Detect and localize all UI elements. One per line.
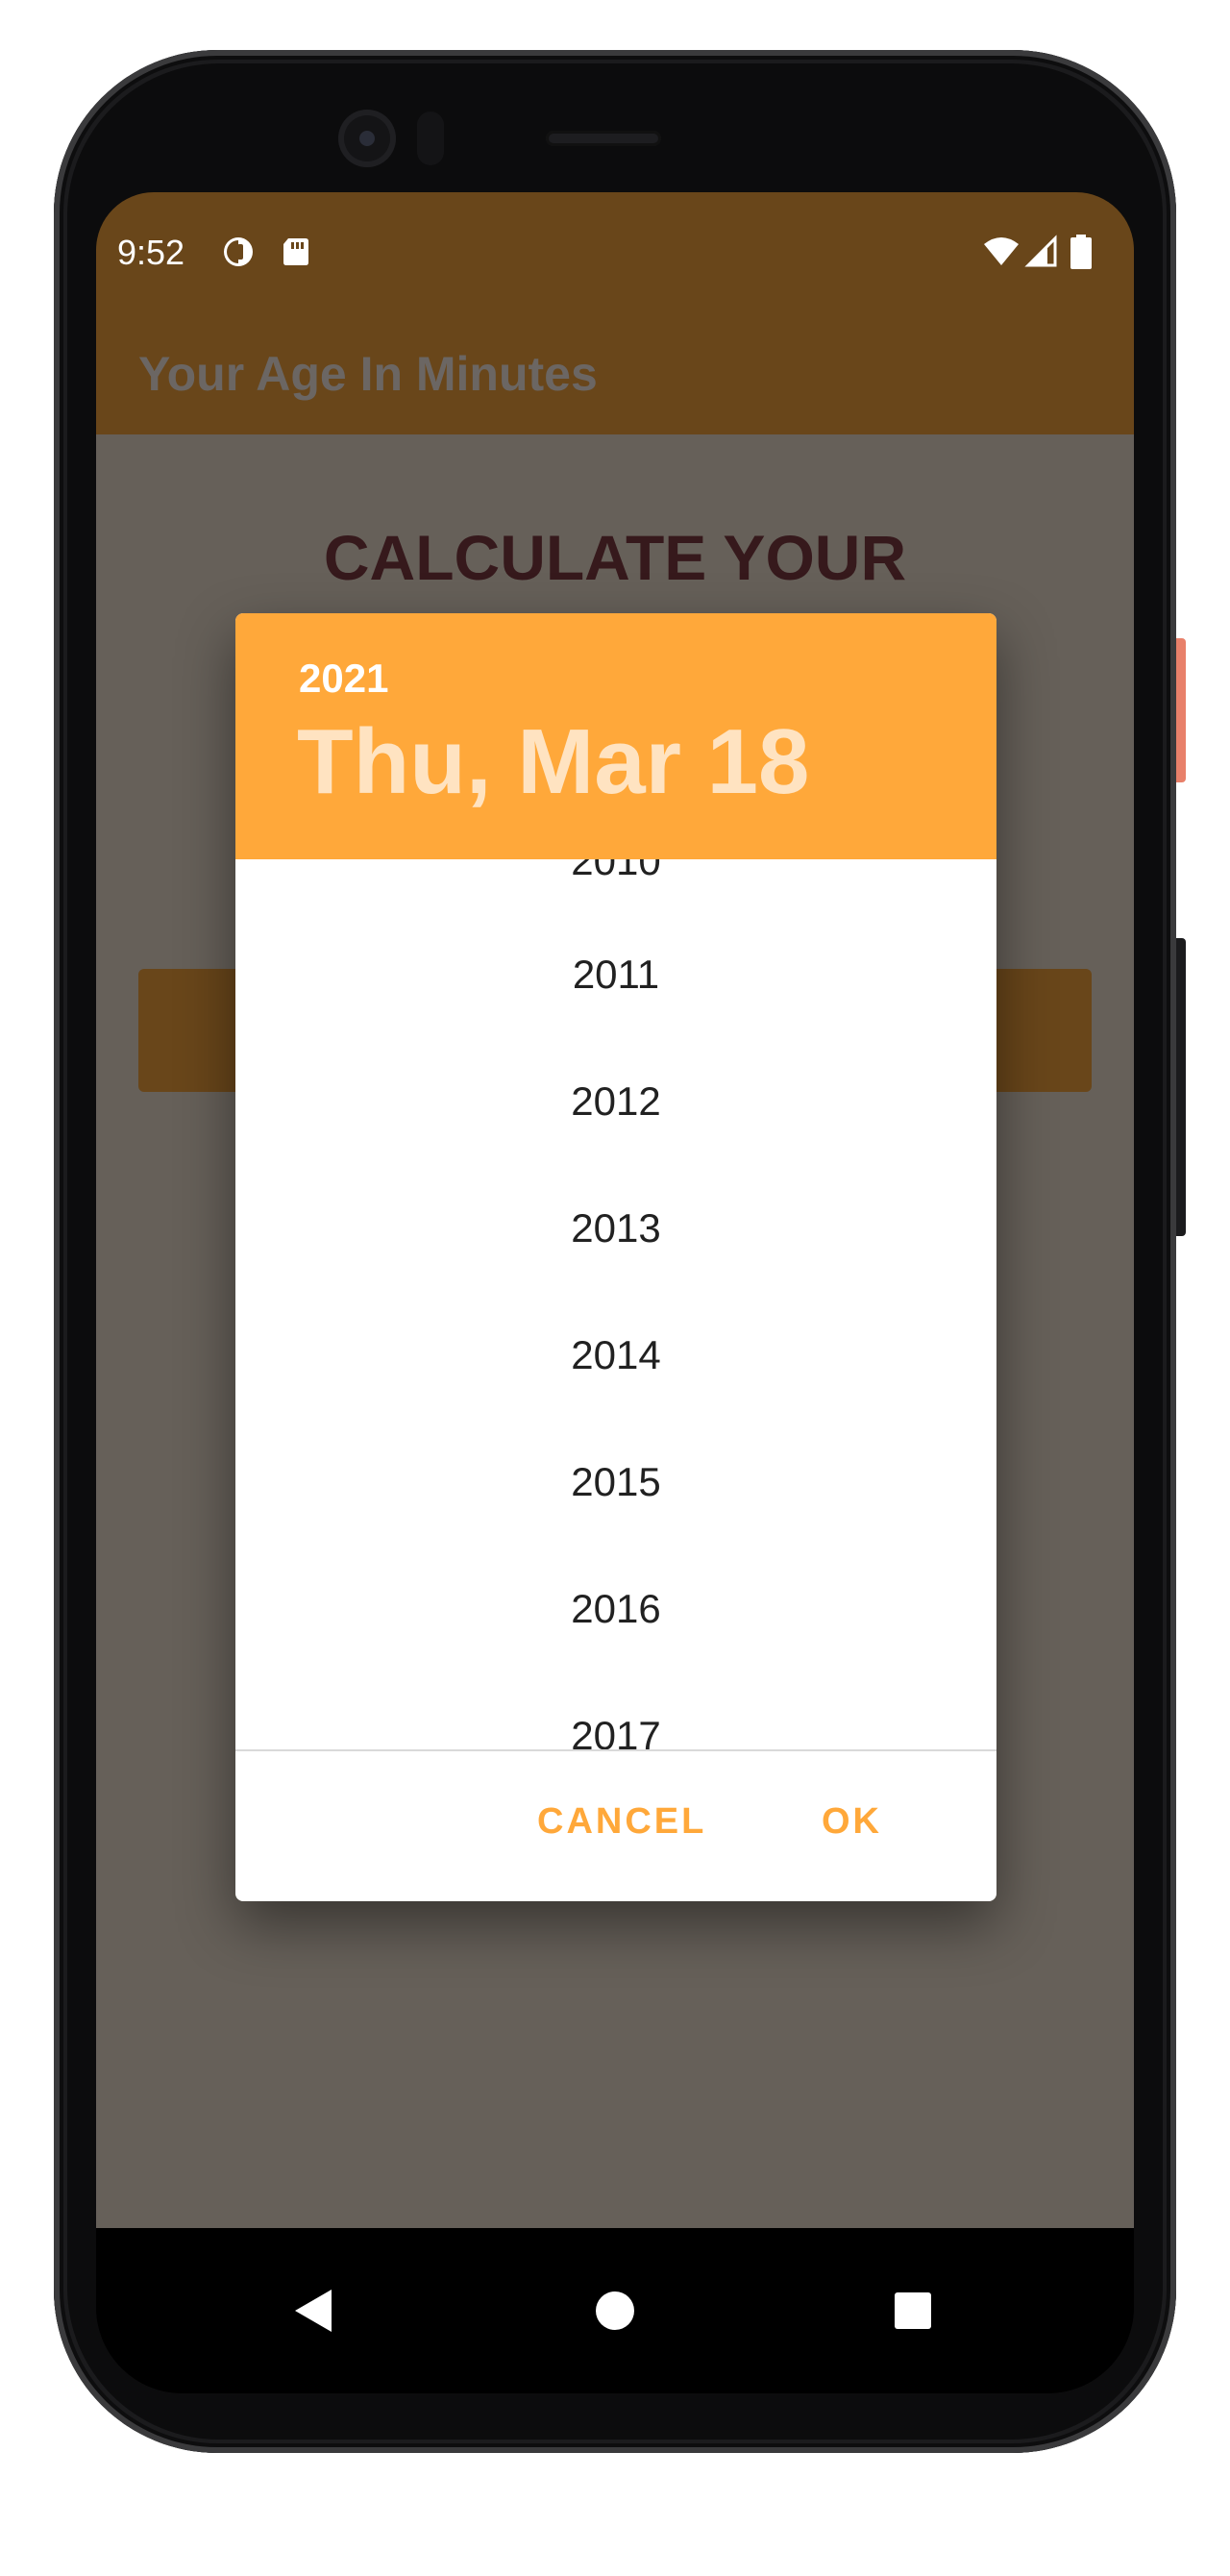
wifi-icon xyxy=(984,237,1019,265)
year-list[interactable]: 2010 2011 2012 2013 2014 2015 2016 2017 xyxy=(235,859,996,1749)
page-headline: CALCULATE YOUR xyxy=(323,522,907,593)
data-saver-icon xyxy=(224,237,253,266)
navigation-bar xyxy=(96,2228,1134,2393)
year-item[interactable]: 2010 xyxy=(235,859,996,884)
sd-card-icon xyxy=(283,238,308,265)
year-item[interactable]: 2013 xyxy=(235,1205,996,1251)
recents-icon[interactable] xyxy=(865,2263,961,2359)
year-item[interactable]: 2011 xyxy=(235,952,996,998)
dialog-actions: CANCEL OK xyxy=(235,1751,996,1901)
header-date[interactable]: Thu, Mar 18 xyxy=(297,709,809,815)
earpiece-speaker xyxy=(546,131,661,146)
home-icon[interactable] xyxy=(567,2263,663,2359)
power-button[interactable] xyxy=(1176,638,1186,782)
header-year[interactable]: 2021 xyxy=(299,656,388,702)
signal-icon xyxy=(1024,235,1057,267)
volume-rocker[interactable] xyxy=(1176,938,1186,1236)
device-screen: 9:52 Your Age In Minutes CALCULATE YOUR xyxy=(96,192,1134,2393)
ok-button[interactable]: OK xyxy=(822,1801,882,1843)
back-icon[interactable] xyxy=(266,2263,362,2359)
battery-icon xyxy=(1070,235,1092,269)
year-item[interactable]: 2014 xyxy=(235,1332,996,1378)
year-item[interactable]: 2016 xyxy=(235,1586,996,1632)
status-time: 9:52 xyxy=(117,233,185,272)
year-item[interactable]: 2017 xyxy=(235,1713,996,1749)
proximity-sensor xyxy=(417,111,444,165)
date-picker-header: 2021 Thu, Mar 18 xyxy=(235,613,996,859)
status-bar: 9:52 xyxy=(96,192,1134,315)
front-camera xyxy=(338,110,396,167)
cancel-button[interactable]: CANCEL xyxy=(537,1801,706,1843)
app-title: Your Age In Minutes xyxy=(138,347,598,401)
year-item[interactable]: 2015 xyxy=(235,1459,996,1505)
app-bar: Your Age In Minutes xyxy=(96,315,1134,434)
year-item[interactable]: 2012 xyxy=(235,1078,996,1125)
date-picker-dialog: 2021 Thu, Mar 18 2010 2011 2012 2013 201… xyxy=(235,613,996,1901)
